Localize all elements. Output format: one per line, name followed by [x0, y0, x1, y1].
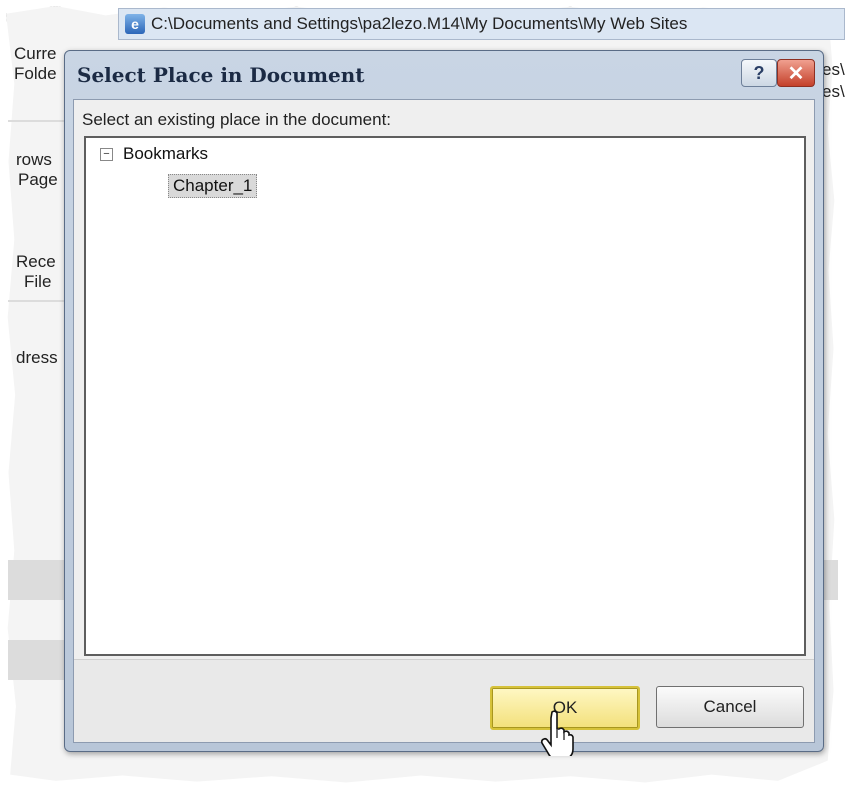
hand-cursor-icon	[540, 710, 574, 756]
dialog-titlebar[interactable]: Select Place in Document ? ✕	[65, 51, 823, 99]
dialog-title: Select Place in Document	[77, 63, 365, 87]
bg-fragment-address: dress	[16, 348, 58, 367]
close-icon: ✕	[787, 62, 805, 85]
dialog-prompt: Select an existing place in the document…	[82, 110, 392, 129]
place-tree[interactable]: − Bookmarks Chapter_1	[84, 136, 806, 656]
background-window-title: C:\Documents and Settings\pa2lezo.M14\My…	[151, 14, 688, 33]
cancel-button[interactable]: Cancel	[656, 686, 804, 728]
ie-icon: e	[125, 14, 145, 34]
collapse-icon[interactable]: −	[100, 147, 113, 161]
tree-item-label: Bookmarks	[123, 144, 209, 163]
bg-fragment-files: File	[24, 272, 52, 291]
tree-item-chapter-1[interactable]: Chapter_1	[168, 174, 258, 198]
close-button[interactable]: ✕	[777, 59, 815, 87]
bg-divider	[8, 120, 68, 122]
bg-fragment-recent: Rece	[16, 252, 56, 271]
tree-item-bookmarks[interactable]: − Bookmarks	[100, 144, 208, 164]
select-place-dialog: Select Place in Document ? ✕ Select an e…	[64, 50, 824, 752]
tree-item-label: Chapter_1	[168, 174, 258, 198]
help-icon: ?	[753, 62, 765, 83]
bg-fragment-browse: rows	[16, 150, 52, 169]
bg-divider	[8, 300, 68, 302]
cancel-button-label: Cancel	[703, 697, 757, 716]
bg-fragment-current: Curre	[14, 44, 57, 63]
bg-fragment-folder: Folde	[14, 64, 57, 83]
bg-band	[8, 640, 68, 680]
dialog-footer: OK Cancel	[74, 659, 814, 742]
bg-fragment-page: Page	[18, 170, 58, 189]
bg-fragment-right-1: es\	[822, 60, 845, 79]
help-button[interactable]: ?	[741, 59, 777, 87]
dialog-body: Select an existing place in the document…	[73, 99, 815, 743]
background-window-titlebar: e C:\Documents and Settings\pa2lezo.M14\…	[118, 8, 845, 40]
bg-band	[8, 560, 68, 600]
bg-fragment-right-2: es\	[822, 82, 845, 101]
